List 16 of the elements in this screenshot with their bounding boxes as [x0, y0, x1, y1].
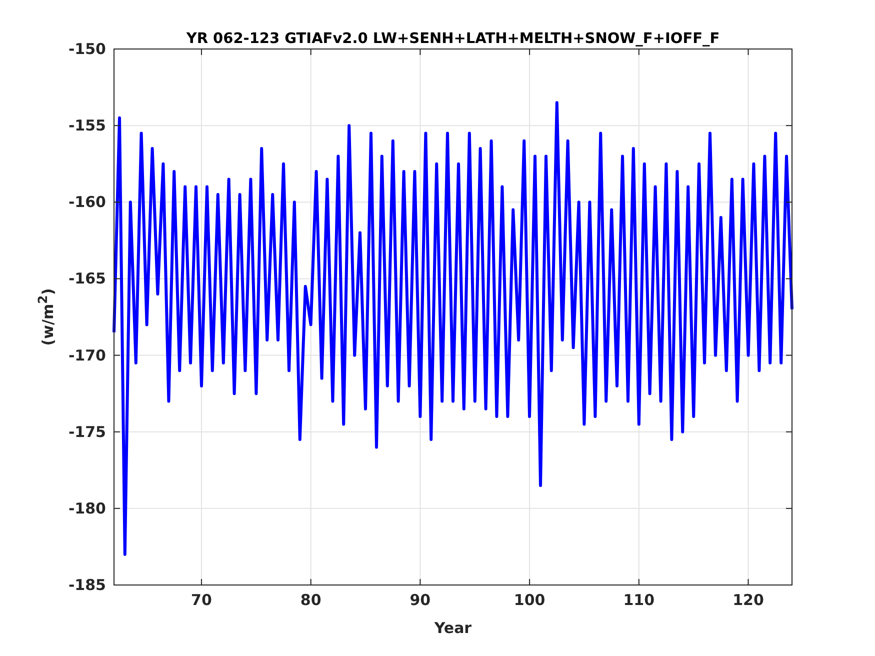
x-axis-title: Year	[434, 619, 472, 637]
y-tick-label: -185	[68, 576, 106, 594]
y-tick-label: -165	[68, 270, 106, 288]
x-tick-label: 70	[191, 591, 212, 609]
chart-title: YR 062-123 GTIAFv2.0 LW+SENH+LATH+MELTH+SNOW_F+IOFF_F	[186, 31, 720, 47]
y-tick-label: -180	[68, 499, 106, 518]
x-tick-label: 90	[410, 591, 431, 609]
y-tick-label: -155	[68, 116, 106, 135]
y-tick-label: -150	[68, 40, 106, 58]
x-tick-label: 120	[732, 591, 764, 609]
y-tick-label: -170	[68, 346, 106, 364]
y-tick-label: -175	[68, 422, 106, 441]
x-tick-label: 110	[623, 591, 655, 609]
y-tick-label: -160	[68, 193, 106, 212]
x-tick-label: 80	[300, 591, 322, 609]
x-tick-label: 100	[514, 591, 546, 609]
